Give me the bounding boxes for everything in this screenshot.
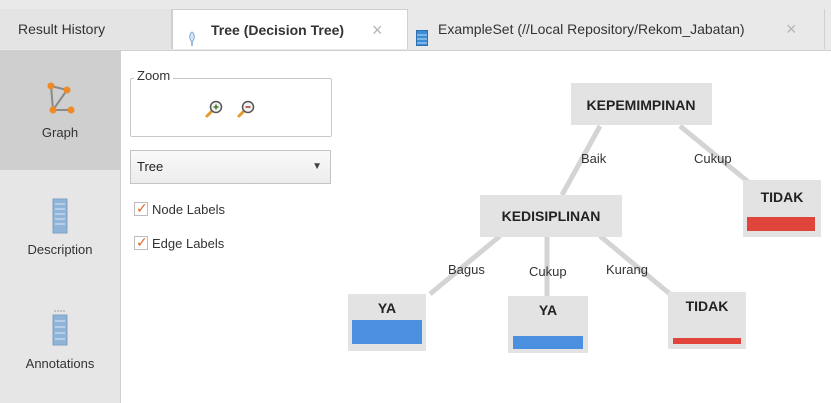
class-bar — [513, 336, 583, 349]
edge-label: Bagus — [448, 262, 485, 277]
class-bar — [673, 338, 741, 344]
node-label: KEPEMIMPINAN — [587, 97, 696, 113]
edge-label: Kurang — [606, 262, 648, 277]
class-bar — [747, 217, 815, 231]
edge-label: Cukup — [529, 264, 567, 279]
node-label: KEDISIPLINAN — [502, 208, 601, 224]
edge-label: Cukup — [694, 151, 732, 166]
tree-node-root[interactable]: KEPEMIMPINAN — [571, 83, 712, 125]
class-bar — [352, 320, 422, 344]
leaf-label: YA — [539, 302, 557, 318]
tree-leaf[interactable]: TIDAK — [743, 180, 821, 237]
leaf-label: YA — [378, 300, 396, 316]
tree-leaf[interactable]: TIDAK — [668, 292, 746, 349]
tree-graph: KEPEMIMPINAN KEDISIPLINAN TIDAK YA YA TI… — [348, 83, 821, 353]
leaf-label: TIDAK — [686, 298, 729, 314]
tree-leaf[interactable]: YA — [348, 294, 426, 351]
leaf-label: TIDAK — [761, 189, 804, 205]
tree-node-inner[interactable]: KEDISIPLINAN — [480, 195, 622, 237]
edge-label: Baik — [581, 151, 607, 166]
tree-leaf[interactable]: YA — [508, 296, 588, 353]
